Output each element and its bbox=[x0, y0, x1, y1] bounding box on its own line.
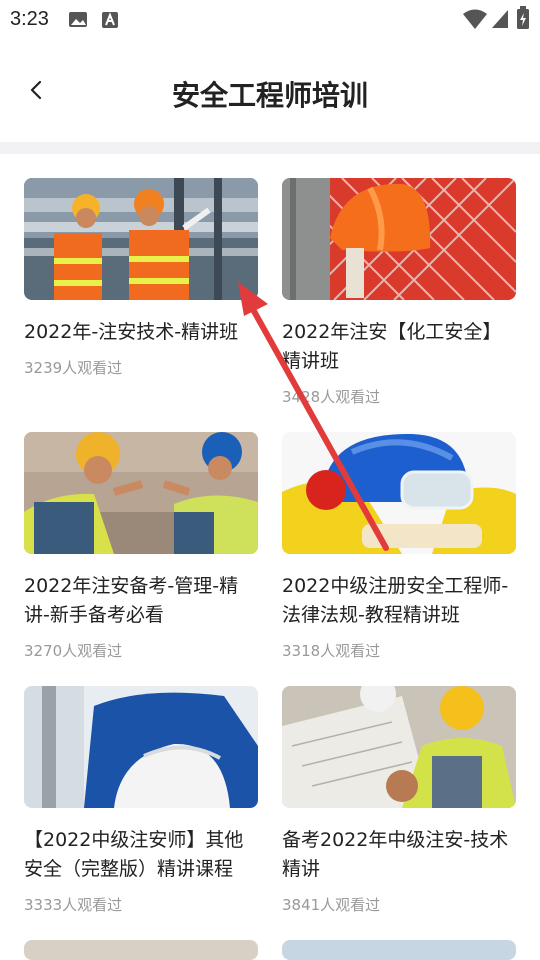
course-thumbnail[interactable] bbox=[24, 432, 258, 554]
course-title: 备考2022年中级注安-技术精讲 bbox=[282, 829, 509, 880]
course-title: 2022年注安【化工安全】精讲班 bbox=[282, 321, 502, 372]
course-card[interactable]: 【2022中级注安师】其他安全（完整版）精讲课程 3333人观看过 bbox=[24, 686, 258, 915]
course-view-count: 3270人观看过 bbox=[24, 642, 123, 660]
course-thumbnail[interactable] bbox=[282, 686, 516, 808]
course-title: 【2022中级注安师】其他安全（完整版）精讲课程 bbox=[24, 829, 244, 880]
course-thumbnail[interactable] bbox=[24, 686, 258, 808]
section-divider bbox=[0, 142, 540, 154]
course-thumbnail[interactable] bbox=[282, 432, 516, 554]
course-card[interactable]: 2022年-注安技术-精讲班 3239人观看过 bbox=[24, 178, 258, 378]
course-thumbnail[interactable] bbox=[24, 178, 258, 300]
course-view-count: 3428人观看过 bbox=[282, 388, 381, 406]
course-card[interactable]: 备考2022年中级注安-技术精讲 3841人观看过 bbox=[282, 686, 516, 915]
app-header: 安全工程师培训 bbox=[0, 40, 540, 142]
course-thumbnail[interactable] bbox=[282, 178, 516, 300]
course-thumbnail[interactable] bbox=[282, 940, 516, 960]
course-card[interactable]: 2022年注安【化工安全】精讲班 3428人观看过 bbox=[282, 178, 516, 407]
course-title: 2022中级注册安全工程师-法律法规-教程精讲班 bbox=[282, 575, 509, 626]
battery-icon bbox=[517, 6, 529, 29]
page-title: 安全工程师培训 bbox=[171, 79, 368, 112]
app-notification-icon bbox=[102, 12, 118, 28]
course-title: 2022年-注安技术-精讲班 bbox=[24, 321, 239, 343]
cellular-signal-icon bbox=[492, 10, 508, 28]
course-view-count: 3318人观看过 bbox=[282, 642, 381, 660]
course-card[interactable]: 2022年注安备考-管理-精讲-新手备考必看 3270人观看过 bbox=[24, 432, 258, 661]
status-bar: 3:23 bbox=[0, 0, 540, 40]
course-card[interactable]: 2022中级注册安全工程师-法律法规-教程精讲班 3318人观看过 bbox=[282, 432, 516, 661]
course-view-count: 3841人观看过 bbox=[282, 896, 381, 914]
course-view-count: 3239人观看过 bbox=[24, 359, 123, 377]
course-view-count: 3333人观看过 bbox=[24, 896, 123, 914]
image-notification-icon bbox=[69, 12, 87, 27]
status-time: 3:23 bbox=[10, 8, 49, 30]
wifi-icon bbox=[463, 9, 487, 29]
course-thumbnail[interactable] bbox=[24, 940, 258, 960]
course-title: 2022年注安备考-管理-精讲-新手备考必看 bbox=[24, 575, 239, 626]
